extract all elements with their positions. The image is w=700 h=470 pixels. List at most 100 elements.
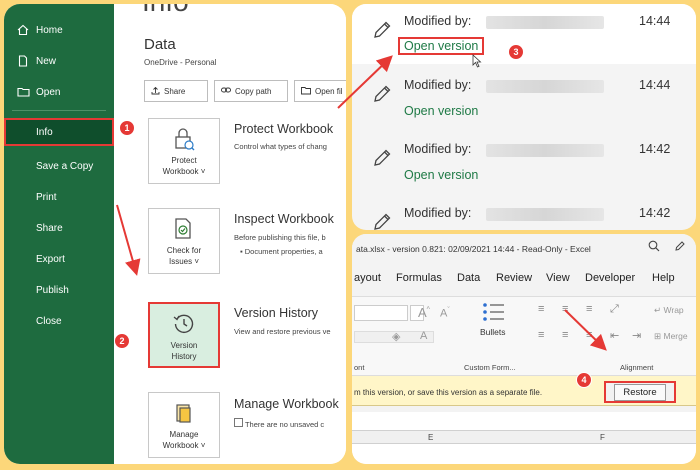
protect-workbook-desc: Control what types of chang [234, 142, 327, 151]
sidebar-item-save-a-copy[interactable]: Save a Copy [4, 153, 114, 179]
step-badge-4: 4 [576, 372, 592, 388]
column-header-e[interactable]: E [428, 433, 433, 442]
info-icon [234, 418, 245, 429]
font-name-box[interactable] [354, 305, 408, 321]
open-version-link[interactable]: Open version [404, 104, 478, 118]
align-bottom-icon[interactable]: ≡ [586, 303, 592, 315]
step-badge-3: 3 [508, 44, 524, 60]
version-history-button[interactable]: Version History [148, 302, 220, 368]
alignment-group-label: Alignment [620, 363, 654, 372]
sidebar-item-label: Open [36, 86, 61, 98]
readonly-info-bar: m this version, or save this version as … [352, 376, 696, 406]
version-time: 14:42 [639, 206, 671, 220]
align-middle-icon[interactable]: ≡ [562, 303, 568, 315]
merge-icon: ⊞ [654, 331, 662, 341]
backstage-sidebar: Home New Open Info Save a Copy Print Sha… [4, 4, 114, 464]
align-left-icon[interactable]: ≡ [538, 329, 544, 341]
tab-formulas[interactable]: Formulas [396, 272, 442, 284]
merge-center-button[interactable]: ⊞ Merge [654, 331, 688, 342]
manage-workbook-title: Manage Workbook [234, 397, 339, 411]
window-title: ata.xlsx - version 0.821: 02/09/2021 14:… [356, 244, 591, 254]
tab-developer[interactable]: Developer [585, 272, 635, 284]
pencil-icon [372, 148, 392, 173]
info-bar-message: m this version, or save this version as … [354, 388, 543, 397]
check-for-issues-button[interactable]: Check for Issues ˅ [148, 208, 220, 274]
bullets-icon[interactable] [482, 301, 506, 328]
sidebar-item-home[interactable]: Home [4, 17, 114, 43]
copy-path-button[interactable]: Copy path [214, 80, 288, 102]
open-file-location-button[interactable]: Open fil [294, 80, 346, 102]
version-row: Modified by: 14:44 Open version [352, 68, 696, 128]
align-right-icon[interactable]: ≡ [586, 329, 592, 341]
sidebar-item-new[interactable]: New [4, 48, 114, 74]
sidebar-item-print[interactable]: Print [4, 184, 114, 210]
version-list-panel: Modified by: 14:44 Open version Modified… [352, 4, 696, 230]
share-button[interactable]: Share [144, 80, 208, 102]
column-header-f[interactable]: F [600, 433, 605, 442]
tab-help[interactable]: Help [652, 272, 675, 284]
folder-icon [16, 85, 30, 99]
folder-icon [301, 86, 311, 97]
grow-font-icon[interactable]: A^ [418, 305, 430, 320]
link-icon [221, 86, 231, 96]
history-clock-icon [150, 312, 218, 338]
redacted-author [486, 80, 604, 93]
protect-workbook-button[interactable]: Protect Workbook ˅ [148, 118, 220, 184]
protect-workbook-title: Protect Workbook [234, 122, 334, 136]
shrink-font-icon[interactable]: Aˇ [440, 307, 450, 320]
wrap-text-button[interactable]: ↵ Wrap [654, 305, 684, 316]
version-time: 14:44 [639, 78, 671, 92]
custom-format-group-label: Custom Form... [464, 363, 516, 372]
window-title-bar: ata.xlsx - version 0.821: 02/09/2021 14:… [352, 234, 696, 264]
sidebar-item-label: Print [36, 191, 57, 203]
restore-button[interactable]: Restore [604, 381, 676, 403]
sidebar-item-close[interactable]: Close [4, 308, 114, 334]
version-row: Modified by: 14:42 Open version [352, 132, 696, 192]
sidebar-item-publish[interactable]: Publish [4, 277, 114, 303]
version-row: Modified by: 14:42 [352, 196, 696, 230]
fill-color-icon[interactable]: ◈ [392, 330, 400, 343]
modified-by-label: Modified by: [404, 142, 472, 156]
redacted-author [486, 16, 604, 29]
spreadsheet-grid[interactable]: E F [352, 412, 696, 464]
version-history-desc: View and restore previous ve [234, 327, 331, 336]
new-file-icon [16, 54, 30, 68]
font-color-icon[interactable]: A [420, 330, 427, 342]
readonly-excel-panel: ata.xlsx - version 0.821: 02/09/2021 14:… [352, 234, 696, 464]
modified-by-label: Modified by: [404, 78, 472, 92]
open-version-link[interactable]: Open version [398, 37, 485, 55]
search-icon[interactable] [648, 240, 660, 255]
tab-review[interactable]: Review [496, 272, 532, 284]
pen-icon[interactable] [674, 240, 686, 255]
version-time: 14:44 [639, 14, 671, 28]
modified-by-label: Modified by: [404, 206, 472, 220]
sidebar-item-info[interactable]: Info [4, 118, 114, 146]
decrease-indent-icon[interactable]: ⇤ [610, 329, 619, 342]
step-badge-1: 1 [119, 120, 135, 136]
align-top-icon[interactable]: ≡ [538, 303, 544, 315]
align-center-icon[interactable]: ≡ [562, 329, 568, 341]
home-icon [16, 23, 30, 37]
sidebar-item-label: New [36, 55, 57, 67]
workbook-name: Data [144, 36, 176, 53]
tab-page-layout[interactable]: ayout [354, 272, 381, 284]
pencil-icon [372, 84, 392, 109]
sidebar-item-label: Save a Copy [36, 160, 94, 172]
tab-data[interactable]: Data [457, 272, 480, 284]
tab-view[interactable]: View [546, 272, 570, 284]
sidebar-item-label: Home [36, 24, 63, 36]
sidebar-item-open[interactable]: Open [4, 79, 114, 105]
step-badge-2: 2 [114, 333, 130, 349]
open-version-link[interactable]: Open version [404, 168, 478, 182]
sidebar-divider [12, 110, 106, 111]
version-row: Modified by: 14:44 Open version [352, 4, 696, 68]
backstage-main: Info Data OneDrive - Personal Share Copy… [114, 4, 346, 464]
increase-indent-icon[interactable]: ⇥ [632, 329, 641, 342]
sidebar-item-share[interactable]: Share [4, 215, 114, 241]
wrap-text-icon: ↵ [654, 305, 662, 315]
sidebar-item-export[interactable]: Export [4, 246, 114, 272]
manage-workbook-button[interactable]: Manage Workbook ˅ [148, 392, 220, 458]
bullets-label: Bullets [480, 327, 506, 337]
backstage-panel: Home New Open Info Save a Copy Print Sha… [4, 4, 346, 464]
orientation-icon[interactable]: ⤢ [610, 303, 619, 316]
